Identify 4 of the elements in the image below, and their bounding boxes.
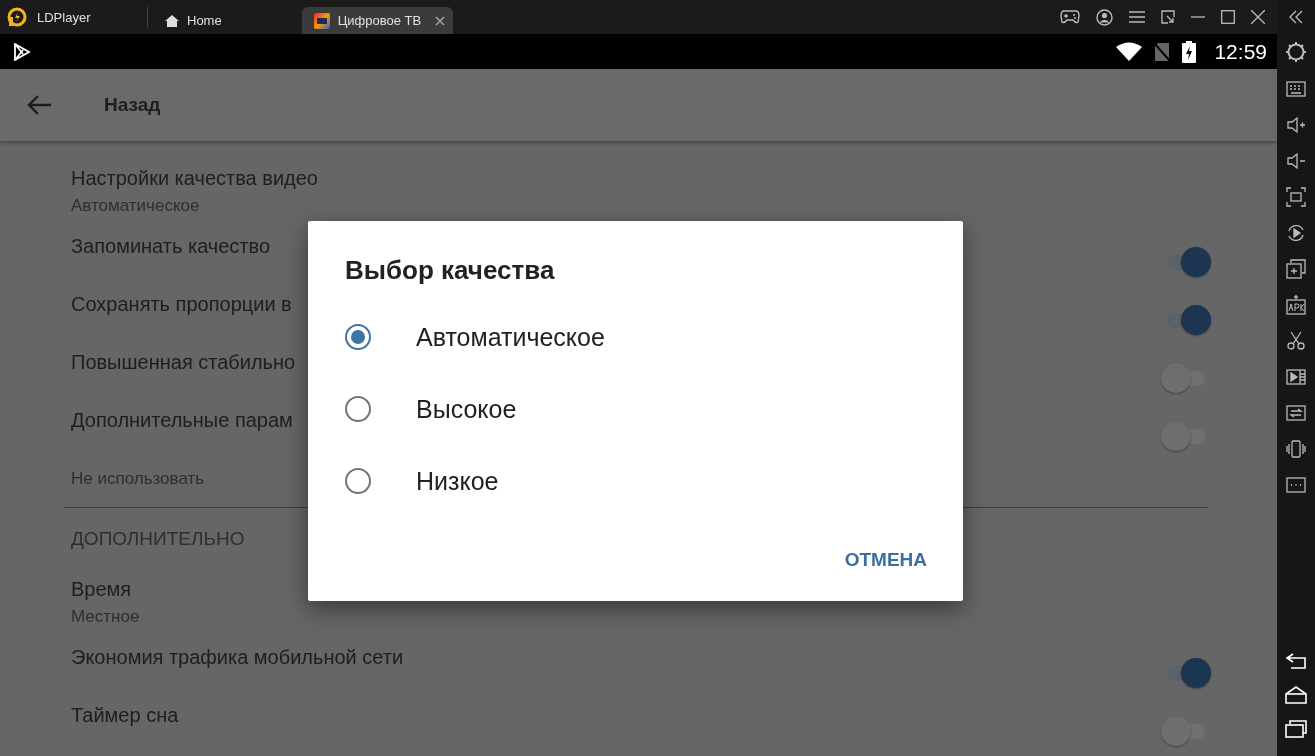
section-header: ДОПОЛНИТЕЛЬНО [71,527,245,551]
clock-time: 12:59 [1214,39,1267,64]
dialog-title: Выбор качества [345,254,555,287]
app-name: LDPlayer [37,9,91,25]
